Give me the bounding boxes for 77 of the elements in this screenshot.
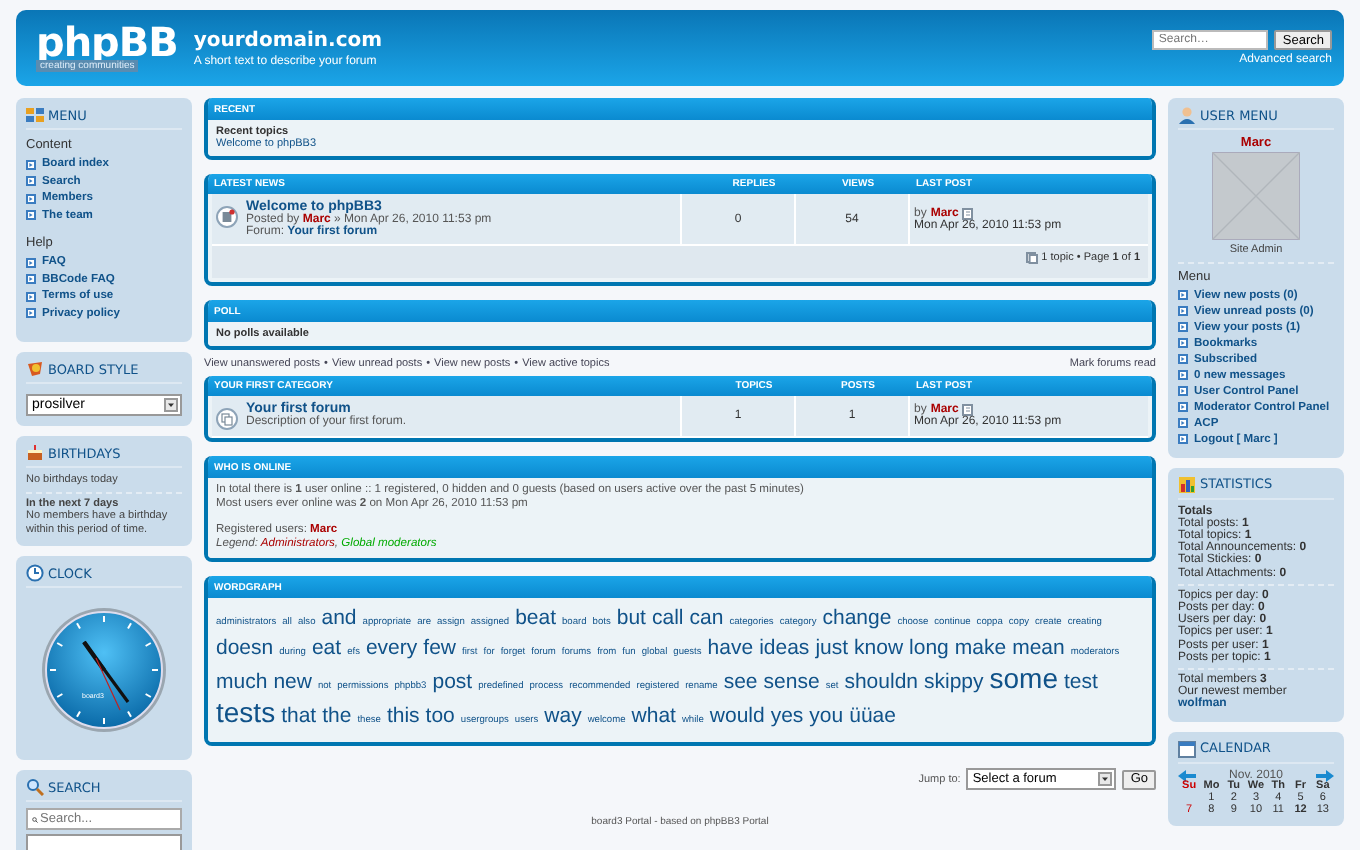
avatar-placeholder <box>1212 152 1300 240</box>
hour-hand <box>82 640 106 672</box>
tag-link[interactable]: the <box>322 704 352 728</box>
bullet-icon <box>26 210 36 221</box>
bullet-icon <box>1178 338 1188 348</box>
tag-link[interactable]: new <box>273 670 312 694</box>
tag-link[interactable]: call <box>651 606 684 630</box>
bullet-icon <box>26 257 36 268</box>
tag-link[interactable]: you <box>809 704 844 728</box>
tag-link[interactable]: change <box>822 606 892 630</box>
tag-link[interactable]: what <box>631 704 676 728</box>
tag-link[interactable]: and <box>321 606 357 630</box>
tag-link[interactable]: üüae <box>849 704 896 728</box>
user-icon <box>1178 106 1196 124</box>
tag-link[interactable]: tests <box>216 700 276 724</box>
post-icon <box>962 207 975 219</box>
tag-link[interactable]: long <box>909 636 949 660</box>
minute-hand <box>82 641 130 703</box>
tag-link[interactable]: yes <box>770 704 804 728</box>
tag-link[interactable]: much <box>216 670 268 694</box>
search-type-dropdown[interactable] <box>26 834 182 850</box>
tag-link[interactable]: beat <box>515 606 557 630</box>
bullet-icon <box>1178 402 1188 412</box>
bullet-icon <box>1178 370 1188 380</box>
previous-arrow-icon <box>1178 769 1196 782</box>
tag-link[interactable]: this <box>386 704 420 728</box>
bullet-icon <box>26 274 36 285</box>
pages-icon <box>1025 252 1038 264</box>
bullet-icon <box>26 193 36 204</box>
tag-link[interactable]: few <box>423 636 456 660</box>
tag-link[interactable]: test <box>1064 670 1098 694</box>
cal-icon <box>1178 739 1196 758</box>
tag-link[interactable]: shouldn <box>844 670 918 694</box>
tag-link[interactable]: ideas <box>759 636 810 660</box>
tag-link[interactable]: too <box>425 704 455 728</box>
tag-link[interactable]: way <box>544 704 582 728</box>
tag-link[interactable]: can <box>689 606 724 630</box>
menu-icon <box>26 106 44 124</box>
bullet-icon <box>1178 322 1188 332</box>
next-arrow-icon <box>1316 769 1334 782</box>
dropdown-arrow-icon <box>164 398 178 412</box>
bullet-icon <box>26 159 36 170</box>
tag-link[interactable]: that <box>281 704 317 728</box>
clock-icon <box>26 564 44 582</box>
cake-icon <box>26 444 44 462</box>
bullet-icon <box>1178 290 1188 300</box>
search-icon <box>32 813 38 825</box>
tag-link[interactable]: but <box>616 606 646 630</box>
tag-link[interactable]: see <box>723 670 758 694</box>
bullet-icon <box>1178 418 1188 428</box>
bullet-icon <box>1178 386 1188 396</box>
bullet-icon <box>1178 354 1188 364</box>
tag-link[interactable]: just <box>815 636 849 660</box>
bullet-icon <box>26 176 36 187</box>
site-title: yourdomain.com <box>193 29 385 51</box>
tag-link[interactable]: doesn <box>216 636 274 660</box>
search-icon <box>26 778 44 796</box>
logo-wordmark[interactable]: phpBB <box>36 24 178 60</box>
tag-link[interactable]: have <box>707 636 754 660</box>
tag-link[interactable]: post <box>432 670 473 694</box>
dropdown-arrow-icon <box>1098 772 1113 786</box>
post-icon <box>962 404 975 416</box>
tag-link[interactable]: sense <box>763 670 820 694</box>
bullet-icon <box>26 308 36 319</box>
bullet-icon <box>1178 434 1188 444</box>
tag-link[interactable]: every <box>365 636 418 660</box>
bullet-icon <box>1178 306 1188 316</box>
style-icon <box>26 360 44 378</box>
stats-icon <box>1178 475 1196 493</box>
tag-link[interactable]: some <box>989 666 1058 690</box>
bullet-icon <box>26 291 36 302</box>
tag-link[interactable]: would <box>709 704 765 728</box>
tag-link[interactable]: skippy <box>924 670 984 694</box>
tag-link[interactable]: know <box>854 636 904 660</box>
tag-link[interactable]: eat <box>311 636 342 660</box>
tag-link[interactable]: mean <box>1012 636 1065 660</box>
tag-link[interactable]: make <box>954 636 1007 660</box>
